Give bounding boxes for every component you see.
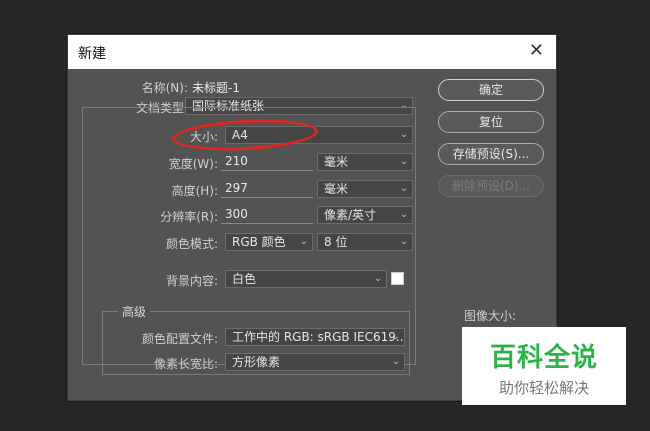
background-value: 白色 (232, 272, 257, 286)
width-unit-select[interactable]: 毫米 ⌄ (317, 153, 413, 171)
bit-depth-value: 8 位 (324, 235, 348, 249)
watermark-sub-text: 助你轻松解决 (498, 379, 589, 397)
color-mode-label: 颜色模式: (165, 237, 218, 251)
height-label: 高度(H): (171, 184, 218, 198)
background-color-swatch[interactable] (391, 272, 404, 285)
reset-button[interactable]: 复位 (438, 111, 544, 133)
pixel-aspect-value: 方形像素 (232, 355, 281, 369)
chevron-down-icon: ⌄ (391, 356, 400, 367)
width-unit-value: 毫米 (324, 155, 349, 169)
resolution-unit-select[interactable]: 像素/英寸 ⌄ (317, 206, 413, 224)
width-input[interactable]: 210 (221, 153, 313, 171)
close-icon[interactable]: ✕ (529, 41, 544, 61)
delete-preset-button: 删除预设(D)... (438, 175, 544, 197)
resolution-unit-value: 像素/英寸 (324, 208, 377, 222)
color-mode-select[interactable]: RGB 颜色 ⌄ (225, 233, 313, 251)
chevron-down-icon: ⌄ (399, 236, 408, 247)
resolution-label: 分辨率(R): (160, 210, 218, 224)
image-size-label: 图像大小: (464, 309, 517, 323)
ok-button[interactable]: 确定 (438, 79, 544, 101)
watermark-main-text: 百科全说 (489, 343, 598, 373)
name-field[interactable]: 未标题-1 (192, 79, 240, 96)
chevron-down-icon: ⌄ (299, 236, 308, 247)
color-mode-value: RGB 颜色 (232, 235, 286, 249)
chevron-down-icon: ⌄ (399, 129, 408, 140)
background-label: 背景内容: (165, 274, 218, 288)
bit-depth-select[interactable]: 8 位 ⌄ (317, 233, 413, 251)
advanced-legend[interactable]: 高级 (118, 303, 151, 320)
color-profile-value: 工作中的 RGB: sRGB IEC619... (232, 330, 405, 344)
background-select[interactable]: 白色 ⌄ (225, 270, 387, 288)
chevron-down-icon: ⌄ (373, 273, 382, 284)
height-unit-value: 毫米 (324, 182, 349, 196)
chevron-down-icon: ⌄ (391, 331, 400, 342)
pixel-aspect-label: 像素长宽比: (153, 357, 218, 371)
dialog-title: 新建 (78, 46, 106, 62)
chevron-down-icon: ⌄ (399, 156, 408, 167)
resolution-input[interactable]: 300 (221, 206, 313, 224)
chevron-down-icon: ⌄ (399, 183, 408, 194)
height-unit-select[interactable]: 毫米 ⌄ (317, 180, 413, 198)
color-profile-label: 颜色配置文件: (141, 332, 218, 346)
chevron-down-icon: ⌄ (399, 209, 408, 220)
height-input[interactable]: 297 (221, 180, 313, 198)
color-profile-select[interactable]: 工作中的 RGB: sRGB IEC619... ⌄ (225, 328, 405, 346)
watermark-logo: 百科全说 助你轻松解决 (462, 327, 626, 405)
dialog-titlebar: 新建 ✕ (68, 35, 556, 69)
pixel-aspect-select[interactable]: 方形像素 ⌄ (225, 353, 405, 371)
name-label: 名称(N): (141, 81, 188, 95)
width-label: 宽度(W): (168, 157, 218, 171)
save-preset-button[interactable]: 存储预设(S)... (438, 143, 544, 165)
